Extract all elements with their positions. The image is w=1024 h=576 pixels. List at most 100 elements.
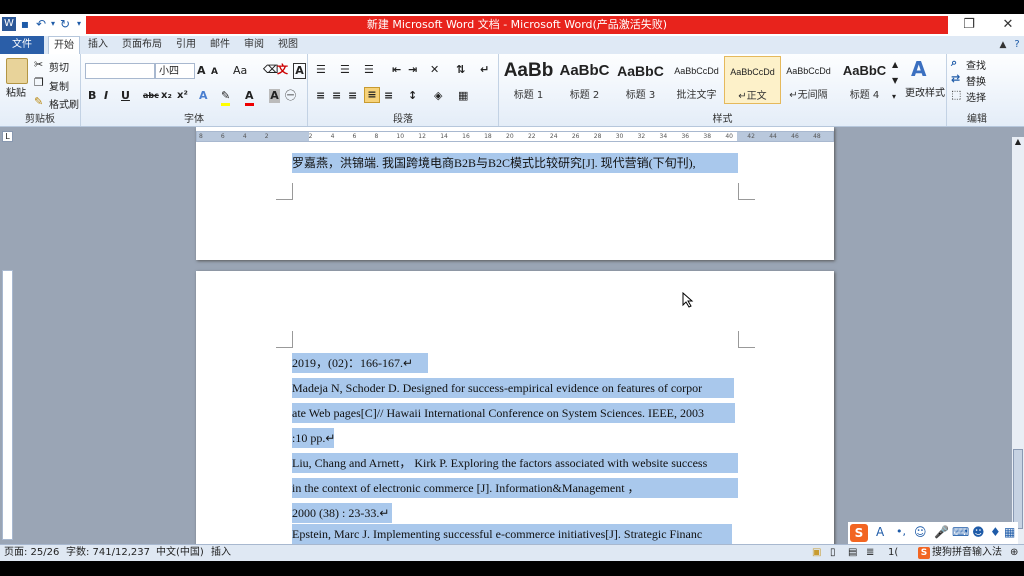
ime-toolbox-icon[interactable]: ▦: [1004, 525, 1015, 539]
borders-icon[interactable]: ▦: [458, 89, 468, 103]
ime-name[interactable]: 搜狗拼音输入法: [932, 545, 1002, 561]
style-heading-2[interactable]: AaBbC 标题 2: [557, 56, 612, 102]
page2-line[interactable]: Madeja N, Schoder D. Designed for succes…: [292, 378, 734, 398]
style-heading-3[interactable]: AaBbC 标题 3: [613, 56, 668, 102]
style-comment-text[interactable]: AaBbCcDd 批注文字: [669, 56, 724, 102]
select-icon[interactable]: ⬚: [951, 88, 961, 102]
format-painter-icon[interactable]: ✎: [34, 95, 43, 109]
vertical-scrollbar[interactable]: ▲: [1012, 137, 1024, 544]
vertical-ruler[interactable]: [2, 270, 13, 540]
grow-font-icon[interactable]: A: [197, 64, 206, 78]
cut-button[interactable]: 剪切: [49, 59, 69, 74]
horizontal-ruler[interactable]: 8 6 4 2 2 4 6 8 10 12 14 16 18 20 22 24 26 28 30 32 34 36 38 40…: [196, 131, 834, 142]
page1-line[interactable]: 罗嘉燕，洪锦端. 我国跨境电商B2B与B2C模式比较研究[J]. 现代营销(下旬…: [292, 153, 738, 173]
character-shading-button[interactable]: A: [269, 89, 280, 103]
ime-taskbar-logo-icon[interactable]: S: [918, 547, 930, 559]
replace-icon[interactable]: ⇄: [951, 72, 960, 86]
increase-indent-icon[interactable]: ⇥: [408, 63, 417, 77]
scrollbar-thumb[interactable]: [1013, 449, 1023, 529]
align-left-icon[interactable]: ≡: [316, 89, 325, 103]
align-right-icon[interactable]: ≡: [348, 89, 357, 103]
word-app-icon[interactable]: W: [2, 17, 16, 31]
highlight-color-icon[interactable]: ✎: [221, 89, 231, 106]
tab-references[interactable]: 引用: [172, 36, 200, 54]
style-heading-4[interactable]: AaBbC 标题 4: [837, 56, 892, 102]
tab-view[interactable]: 视图: [274, 36, 302, 54]
styles-more-icon[interactable]: ▾: [892, 90, 896, 104]
shrink-font-icon[interactable]: A: [211, 65, 218, 79]
restore-icon[interactable]: ❐: [955, 16, 983, 34]
tab-file[interactable]: 文件: [0, 36, 44, 54]
chinese-layout-icon[interactable]: ✕: [430, 63, 439, 77]
style-normal[interactable]: AaBbCcDd ↵正文: [724, 56, 781, 104]
distributed-icon[interactable]: ≡: [384, 89, 393, 103]
character-border-icon[interactable]: A: [293, 63, 306, 79]
word-count[interactable]: 字数: 741/12,237: [66, 545, 150, 561]
justify-icon[interactable]: ≡: [364, 87, 380, 103]
full-screen-reading-icon[interactable]: ▯: [830, 545, 836, 561]
page2-line[interactable]: 2000 (38) : 23-33.↵: [292, 503, 392, 523]
close-icon[interactable]: ✕: [994, 16, 1022, 34]
page2-line[interactable]: Epstein, Marc J. Implementing successful…: [292, 524, 732, 544]
zoom-in-icon[interactable]: ⊕: [1010, 545, 1018, 561]
help-icon[interactable]: ?: [1010, 36, 1024, 54]
tab-review[interactable]: 审阅: [240, 36, 268, 54]
font-family-combo[interactable]: [85, 63, 155, 79]
page2-line[interactable]: ate Web pages[C]// Hawaii International …: [292, 403, 735, 423]
paste-icon[interactable]: [6, 58, 28, 84]
language-indicator[interactable]: 中文(中国): [156, 545, 204, 561]
font-size-combo[interactable]: 小四: [155, 63, 195, 79]
styles-scroll-down-icon[interactable]: ▼: [892, 74, 898, 88]
replace-button[interactable]: 替换: [966, 73, 986, 88]
subscript-button[interactable]: x₂: [161, 89, 172, 103]
customize-toolbar-icon[interactable]: ▾: [72, 17, 86, 31]
page2-line[interactable]: in the context of electronic commerce [J…: [292, 478, 738, 498]
find-icon[interactable]: ⌕: [951, 56, 957, 70]
ime-voice-icon[interactable]: 🎤: [934, 525, 949, 539]
find-button[interactable]: 查找: [966, 57, 986, 72]
page2-line[interactable]: 2019，(02)：166-167.↵: [292, 353, 428, 373]
tab-selector[interactable]: L: [2, 131, 13, 142]
sort-icon[interactable]: ⇅: [456, 63, 465, 77]
cut-icon[interactable]: ✂: [34, 58, 43, 72]
bold-button[interactable]: B: [88, 89, 96, 103]
numbering-icon[interactable]: ☰: [340, 63, 350, 77]
insert-mode-indicator[interactable]: 插入: [211, 545, 231, 561]
ime-keyboard-icon[interactable]: ⌨: [952, 525, 969, 539]
ime-toolbar[interactable]: S A •, ☺ 🎤 ⌨ ☻ ♦ ▦: [848, 522, 1018, 544]
page2-line[interactable]: :10 pp.↵: [292, 428, 335, 448]
ime-punct-icon[interactable]: •,: [896, 525, 906, 538]
shading-icon[interactable]: ◈: [434, 89, 442, 103]
style-no-spacing[interactable]: AaBbCcDd ↵无间隔: [781, 56, 836, 102]
select-button[interactable]: 选择: [966, 89, 986, 104]
enclose-characters-button[interactable]: ㊀: [285, 89, 296, 103]
multilevel-list-icon[interactable]: ☰: [364, 63, 374, 77]
text-effects-icon[interactable]: A: [199, 89, 208, 103]
tab-page-layout[interactable]: 页面布局: [118, 36, 166, 54]
web-layout-icon[interactable]: ▤: [848, 545, 857, 561]
outline-view-icon[interactable]: ≣: [866, 545, 874, 561]
zoom-level[interactable]: 1(: [888, 545, 898, 561]
style-heading-1[interactable]: AaBb 标题 1: [501, 56, 556, 102]
font-color-icon[interactable]: A: [245, 89, 254, 106]
strikethrough-button[interactable]: abc: [143, 89, 159, 103]
ime-user-icon[interactable]: ☻: [972, 525, 985, 539]
italic-button[interactable]: I: [104, 89, 108, 103]
copy-button[interactable]: 复制: [49, 78, 69, 93]
copy-icon[interactable]: ❐: [34, 76, 44, 90]
bullets-icon[interactable]: ☰: [316, 63, 326, 77]
ime-mode-icon[interactable]: A: [876, 525, 884, 539]
change-styles-button[interactable]: 更改样式: [905, 84, 945, 99]
sogou-logo-icon[interactable]: S: [850, 524, 868, 542]
styles-scroll-up-icon[interactable]: ▲: [892, 58, 898, 72]
tab-home[interactable]: 开始: [48, 36, 80, 55]
page-indicator[interactable]: 页面: 25/26: [4, 545, 59, 561]
ime-emoji-icon[interactable]: ☺: [914, 525, 927, 539]
tab-insert[interactable]: 插入: [84, 36, 112, 54]
line-spacing-icon[interactable]: ↕: [408, 89, 417, 103]
paste-button[interactable]: 粘贴: [6, 84, 26, 99]
change-case-button[interactable]: Aa: [233, 64, 247, 78]
phonetic-guide-icon[interactable]: 文: [277, 63, 288, 77]
tab-mailings[interactable]: 邮件: [206, 36, 234, 54]
ime-skin-icon[interactable]: ♦: [990, 525, 1001, 539]
